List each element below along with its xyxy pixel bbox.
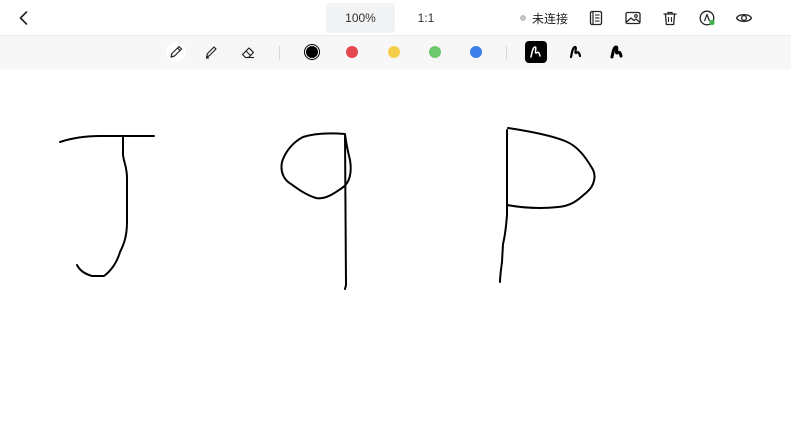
status-dot	[520, 15, 526, 21]
preview-button[interactable]	[735, 9, 753, 27]
eraser-tool-button[interactable]	[238, 42, 258, 62]
stroke-medium-icon	[569, 45, 582, 59]
ink-stroke	[76, 136, 128, 277]
toolbar-divider	[279, 46, 280, 60]
notebook-button[interactable]	[587, 9, 605, 27]
delete-button[interactable]	[661, 9, 679, 27]
connection-status: 未连接	[520, 10, 568, 26]
ink-layer	[59, 127, 596, 290]
toolbar-divider	[506, 46, 507, 60]
pen-icon	[170, 45, 183, 58]
ink-stroke	[59, 135, 155, 143]
stroke-thin-button[interactable]	[525, 41, 547, 63]
chevron-left-icon	[19, 11, 28, 25]
actual-size-label: 1:1	[417, 11, 435, 25]
pen-tool-button[interactable]	[166, 42, 186, 62]
insert-image-button[interactable]	[624, 9, 642, 27]
pen-sync-button[interactable]	[698, 9, 716, 27]
color-swatch-green[interactable]	[429, 46, 441, 58]
stroke-medium-button[interactable]	[565, 41, 587, 63]
image-icon	[625, 11, 641, 25]
stroke-thick-button[interactable]	[606, 41, 628, 63]
trash-icon	[663, 11, 677, 26]
top-bar: 100% 1:1 未连接	[0, 0, 791, 36]
eraser-icon	[241, 47, 255, 59]
drawing-canvas[interactable]	[0, 69, 791, 445]
color-swatch-red[interactable]	[346, 46, 358, 58]
stroke-thick-icon	[610, 45, 623, 59]
zoom-level-button[interactable]: 100%	[326, 3, 395, 33]
connection-status-text: 未连接	[532, 11, 569, 26]
color-swatch-black[interactable]	[306, 46, 318, 58]
stroke-thin-icon	[530, 46, 541, 58]
ink-stroke	[280, 132, 352, 290]
zoom-level-label: 100%	[345, 11, 376, 25]
back-button[interactable]	[14, 8, 34, 28]
color-swatch-yellow[interactable]	[388, 46, 400, 58]
pen-sync-icon	[699, 10, 715, 26]
notebook-icon	[589, 10, 603, 26]
eye-icon	[735, 13, 753, 23]
highlighter-tool-button[interactable]	[201, 42, 221, 62]
color-swatch-blue[interactable]	[470, 46, 482, 58]
actual-size-button[interactable]: 1:1	[408, 3, 444, 33]
ink-stroke	[499, 129, 508, 283]
ink-stroke	[506, 127, 596, 210]
highlighter-icon	[205, 46, 217, 59]
